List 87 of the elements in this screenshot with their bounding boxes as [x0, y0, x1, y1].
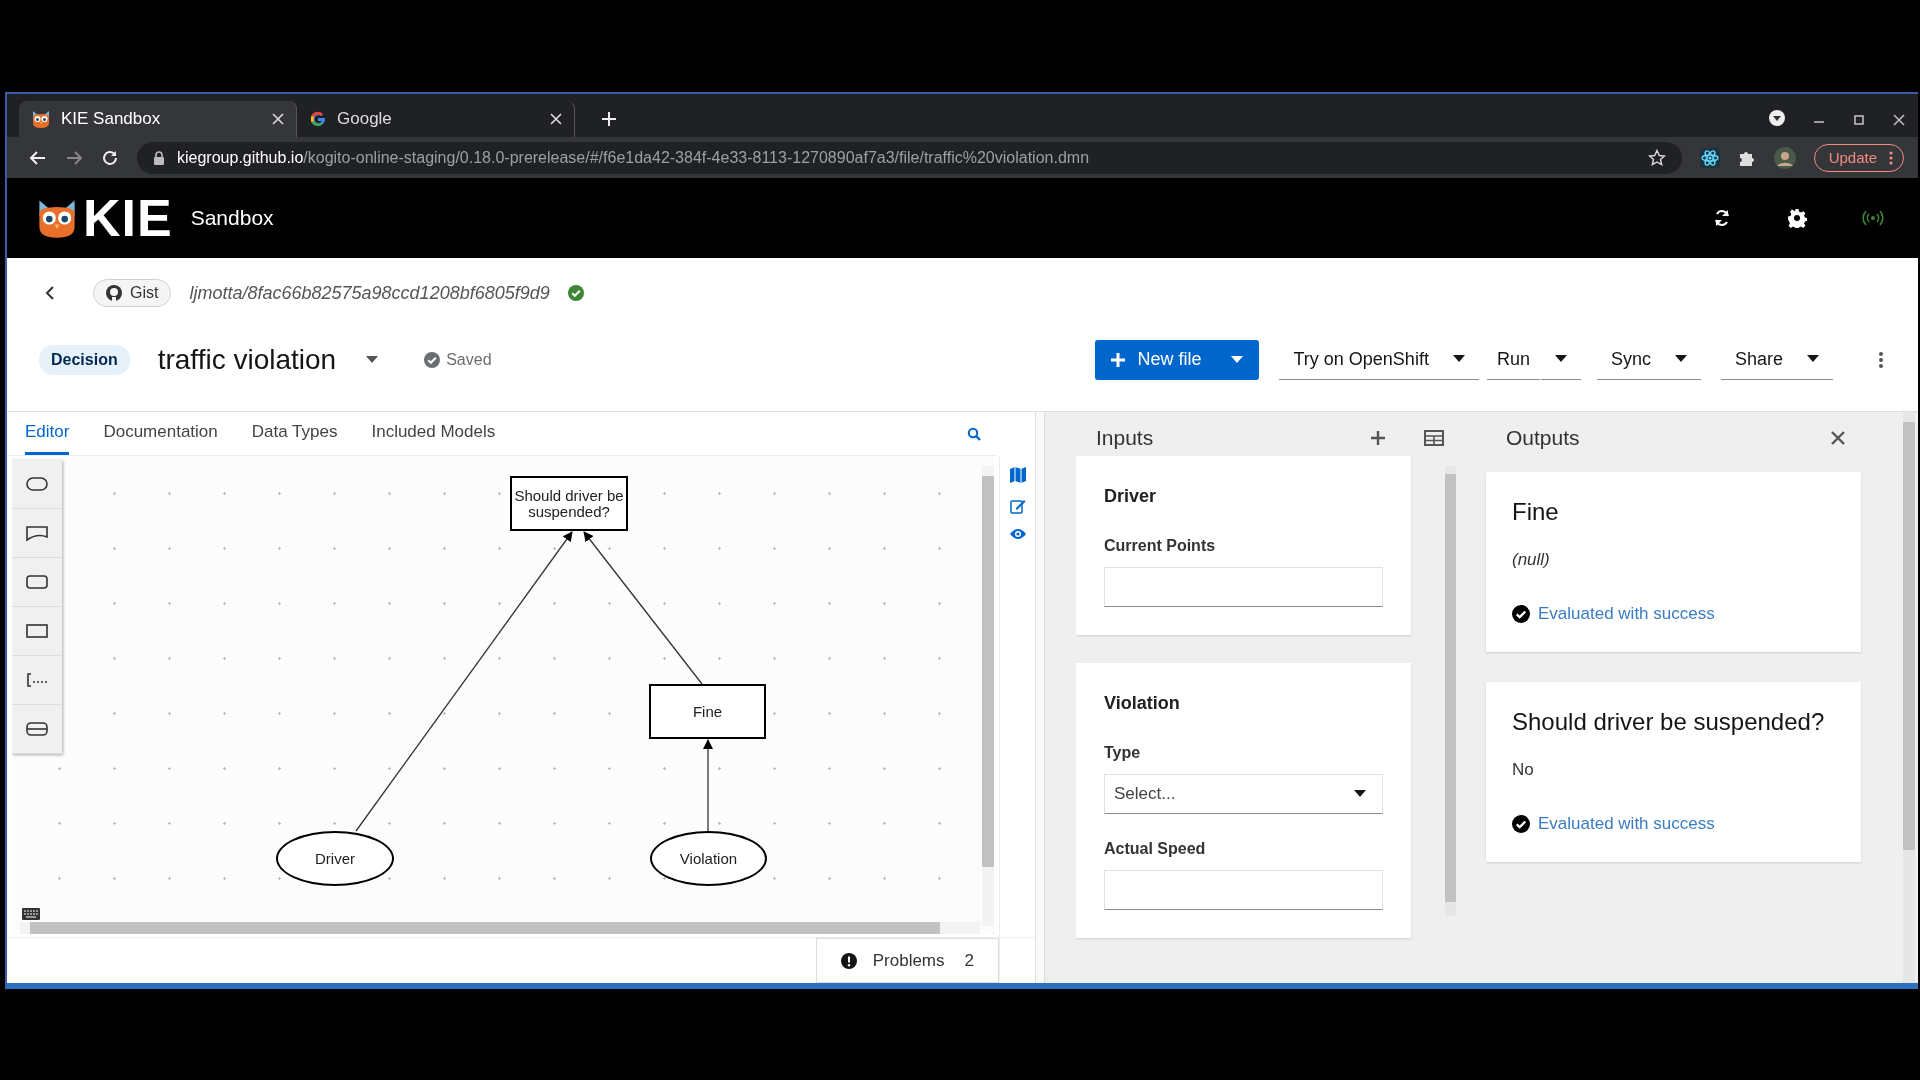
input-field[interactable] [1104, 567, 1383, 607]
caret-icon [1807, 355, 1819, 363]
result-title: Fine [1512, 498, 1560, 526]
plus-icon[interactable] [1370, 430, 1386, 446]
rect-tool-icon[interactable] [25, 621, 49, 641]
forward-icon[interactable] [65, 148, 83, 167]
scrollbar[interactable] [1903, 412, 1915, 983]
result-value: No [1512, 760, 1535, 780]
editor-tab[interactable]: Included Models [371, 412, 496, 455]
close-icon[interactable] [1892, 113, 1906, 127]
rounded-rect-tool-icon[interactable] [25, 572, 49, 592]
owl-icon [31, 109, 51, 129]
kebab-icon[interactable] [1878, 350, 1884, 369]
new-tab-icon[interactable] [601, 111, 617, 127]
logo-text: KIE [83, 188, 173, 248]
new-file-button[interactable]: New file [1095, 339, 1260, 380]
result-value: (null) [1512, 550, 1551, 570]
check-circle-icon [1512, 815, 1530, 833]
file-type-badge: Decision [39, 344, 130, 375]
table-icon[interactable] [1424, 430, 1444, 446]
browser-tab[interactable]: KIE Sandbox [19, 101, 297, 137]
broadcast-icon[interactable] [1862, 210, 1884, 226]
caret-icon [1353, 790, 1366, 798]
octocat-icon [106, 285, 122, 301]
settings-icon[interactable] [1787, 208, 1807, 228]
input-data-node[interactable]: Driver [276, 831, 394, 886]
caret-icon [1452, 355, 1465, 363]
scrollbar[interactable] [1444, 466, 1456, 916]
kebab-icon [1889, 150, 1893, 165]
file-name[interactable]: traffic violation [157, 343, 337, 376]
url-text: kiegroup.github.io/kogito-online-staging/0.18.0-prerelease/#/f6e1da42-384f-4e33-8113-1270890af7a3/file/traffic%20violation.dmn [177, 148, 1090, 167]
editor-tab[interactable]: Documentation [103, 412, 218, 455]
back-icon[interactable] [45, 286, 55, 300]
outputs-title: Outputs [1506, 426, 1580, 450]
select-field[interactable]: Select... [1104, 774, 1383, 814]
dropdown-icon[interactable] [1768, 109, 1786, 127]
caret-icon [1554, 355, 1567, 363]
input-field[interactable] [1104, 870, 1383, 910]
avatar-icon[interactable] [1773, 146, 1796, 169]
annotation-tool-icon[interactable] [25, 670, 49, 690]
result-title: Should driver be suspended? [1512, 708, 1826, 736]
gist-label[interactable]: Gist [93, 279, 172, 307]
check-circle-icon [1512, 605, 1530, 623]
plus-icon [1111, 352, 1126, 367]
map-icon[interactable] [1008, 466, 1027, 484]
field-label: Type [1104, 744, 1142, 762]
oval-tool-icon[interactable] [25, 474, 49, 494]
status-link[interactable]: Evaluated with success [1538, 814, 1715, 834]
search-icon[interactable] [967, 426, 981, 441]
scrollbar[interactable] [20, 922, 980, 934]
caret-icon[interactable] [366, 355, 379, 364]
gist-path[interactable]: ljmotta/8fac66b82575a98ccd1208bf6805f9d9 [189, 282, 550, 304]
problems-button[interactable]: Problems 2 [815, 938, 999, 983]
keyboard-icon[interactable] [22, 908, 40, 920]
lock-icon [153, 150, 165, 165]
input-data-node[interactable]: Violation [650, 831, 767, 886]
google-icon [309, 110, 327, 128]
inputs-title: Inputs [1096, 426, 1154, 450]
editor-tab[interactable]: Data Types [251, 412, 338, 455]
caret-icon [1231, 355, 1244, 364]
sync-icon[interactable] [1712, 208, 1732, 228]
field-label: Current Points [1104, 537, 1217, 555]
field-label: Actual Speed [1104, 840, 1207, 858]
saved-status: Saved [424, 350, 492, 369]
caret-icon [1674, 355, 1687, 363]
group-title: Driver [1104, 486, 1158, 507]
group-title: Violation [1104, 693, 1181, 714]
scrollbar[interactable] [982, 466, 994, 926]
address-bar[interactable]: kiegroup.github.io/kogito-online-staging/0.18.0-prerelease/#/f6e1da42-384f-4e33-8113-1270890af7a3/file/traffic%20violation.dmn [137, 141, 1682, 174]
check-circle-icon [567, 285, 584, 301]
maximize-icon[interactable] [1852, 113, 1866, 127]
star-icon[interactable] [1647, 148, 1666, 167]
eye-icon[interactable] [1008, 528, 1027, 540]
document-tool-icon[interactable] [25, 523, 49, 543]
decision-service-tool-icon[interactable] [25, 719, 49, 739]
atom-icon[interactable] [1699, 147, 1720, 168]
close-icon[interactable] [1831, 431, 1845, 445]
product-name: Sandbox [190, 206, 274, 230]
splitter-handle[interactable] [1036, 412, 1045, 983]
status-link[interactable]: Evaluated with success [1538, 604, 1715, 624]
reload-icon[interactable] [101, 148, 119, 167]
decision-node[interactable]: Fine [649, 684, 766, 739]
back-icon[interactable] [29, 148, 47, 167]
exclamation-circle-icon [840, 952, 857, 969]
edit-icon[interactable] [1009, 498, 1026, 514]
check-circle-icon [424, 351, 441, 368]
decision-node[interactable]: Should driver be suspended? [510, 476, 628, 531]
